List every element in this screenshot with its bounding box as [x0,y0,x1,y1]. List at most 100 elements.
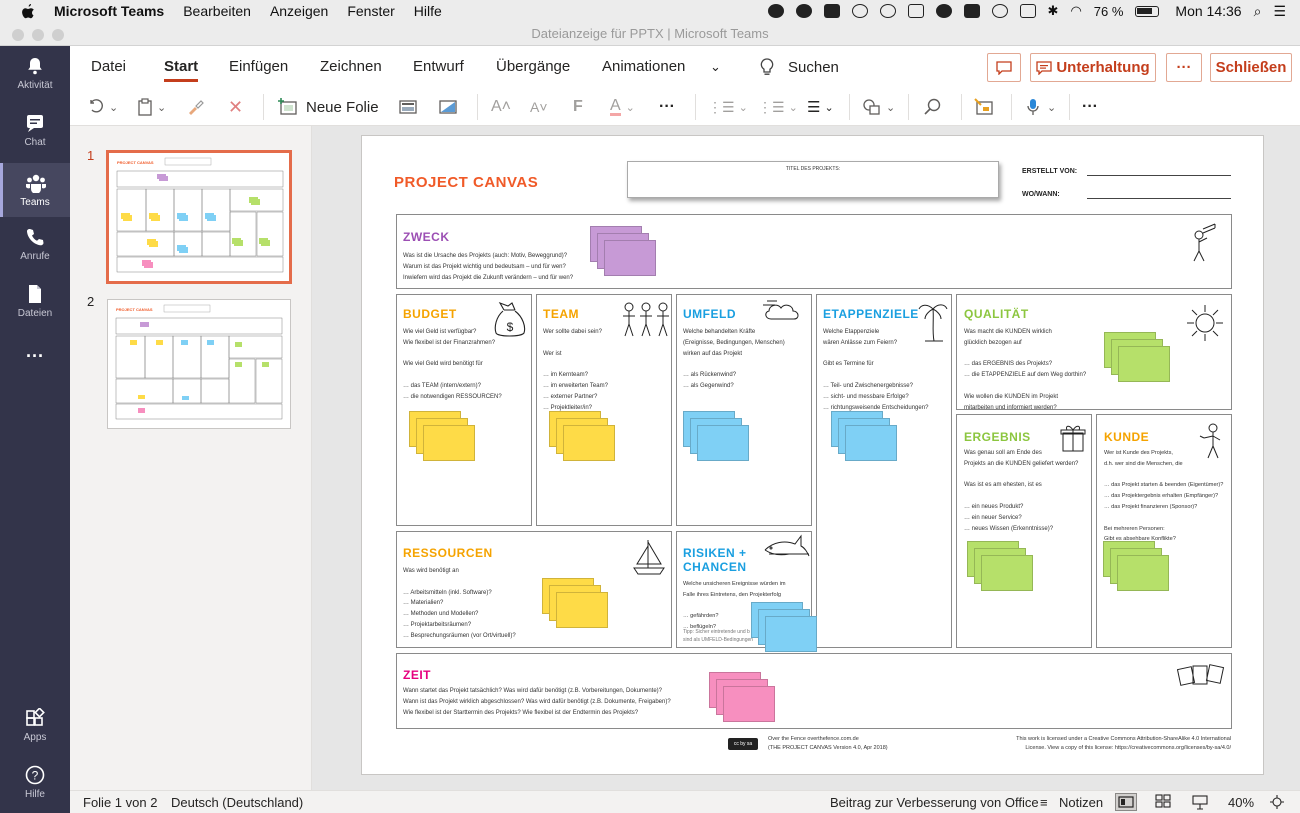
rail-item-activity[interactable]: Aktivität [0,56,70,110]
feedback-link[interactable]: Beitrag zur Verbesserung von Office [830,795,1039,810]
evernote-status-icon[interactable] [767,4,784,18]
language-indicator[interactable]: Deutsch (Deutschland) [171,795,303,810]
background-button[interactable] [439,96,457,118]
slide-canvas[interactable]: PROJECT CANVAS TITEL DES PROJEKTS: ERSTE… [361,135,1264,775]
tab-start[interactable]: Start [164,58,199,82]
zoom-level[interactable]: 40% [1228,795,1254,810]
section-ergebnis[interactable]: ERGEBNIS Was genau soll am Ende des Proj… [956,414,1092,648]
slide-thumbnail-2[interactable]: PROJECT CANVAS [107,299,291,429]
layout-button[interactable] [399,96,417,118]
sticky-note-stack[interactable] [967,541,1033,591]
control-center-icon[interactable]: ☰ [1273,3,1286,20]
sticky-note-stack[interactable] [683,411,749,461]
battery-percent[interactable]: 76 % [1094,4,1124,19]
section-risiken-chancen[interactable]: RISIKEN + CHANCEN Welche unsicheren Erei… [676,531,817,652]
section-kunde[interactable]: KUNDE Wer ist Kunde des Projekts, d.h. w… [1096,414,1232,648]
app-b2-status-icon[interactable] [963,4,980,18]
section-zweck[interactable]: ZWECK Was ist die Ursache des Projekts (… [396,214,1232,289]
bluetooth-icon[interactable]: ✱ [1048,3,1059,19]
window-minimize-button[interactable] [32,29,44,41]
dropbox-icon[interactable] [907,4,924,18]
section-zeit[interactable]: ZEIT Wann startet das Projekt tatsächlic… [396,653,1232,729]
fit-to-window-button[interactable] [1269,794,1285,813]
tab-einfuegen[interactable]: Einfügen [229,58,288,75]
tab-entwurf[interactable]: Entwurf [413,58,464,75]
section-qualitaet[interactable]: QUALITÄT Was macht die KUNDEN wirklich g… [956,294,1232,411]
sticky-note-stack[interactable] [751,602,817,652]
battery-icon[interactable] [1135,5,1160,17]
numbering-button[interactable]: ⋮☰ ⌄ [758,96,798,118]
undo-button[interactable]: ⌄ [89,96,118,118]
rail-item-apps[interactable]: Apps [0,707,70,762]
sticky-note-stack[interactable] [590,226,656,276]
shapes-button[interactable]: ⌄ [862,96,895,118]
more-commands-button[interactable]: ··· [1082,96,1098,118]
delete-button[interactable]: ✕ [228,96,243,118]
rail-item-help[interactable]: ? Hilfe [0,765,70,813]
cloud-status-icon[interactable] [795,4,812,18]
menu-fenster[interactable]: Fenster [347,3,394,19]
sticky-note-stack[interactable] [709,672,775,722]
more-apps-button[interactable]: ··· [0,346,70,376]
record-status-icon[interactable] [851,4,868,18]
close-button[interactable]: Schließen [1210,53,1292,82]
clock[interactable]: Mon 14:36 [1175,3,1241,19]
rail-item-files[interactable]: Dateien [0,284,70,338]
menu-app-name[interactable]: Microsoft Teams [54,3,164,19]
window-zoom-button[interactable] [52,29,64,41]
sticky-note-stack[interactable] [1103,541,1169,591]
designer-button[interactable] [974,96,994,118]
wifi-icon[interactable]: ◠ [1070,3,1081,19]
bold-button[interactable]: F [573,96,583,118]
search-label[interactable]: Suchen [788,59,839,76]
app-b-status-icon[interactable] [823,4,840,18]
slide-editing-area[interactable]: PROJECT CANVAS TITEL DES PROJEKTS: ERSTE… [312,126,1300,790]
menu-bearbeiten[interactable]: Bearbeiten [183,3,251,19]
sticky-note-stack[interactable] [1104,332,1170,382]
align-button[interactable]: ☰ ⌄ [807,96,834,118]
comment-button[interactable] [987,53,1021,82]
new-slide-button[interactable]: Neue Folie [277,96,379,118]
slide-thumbnail-1[interactable]: PROJECT CANVAS [106,150,292,284]
tab-datei[interactable]: Datei [91,58,126,75]
dictate-button[interactable]: ⌄ [1026,96,1056,118]
tab-zeichnen[interactable]: Zeichnen [320,58,382,75]
notes-button[interactable]: Notizen [1059,795,1103,810]
slide-sorter-button[interactable] [1155,794,1171,812]
menu-hilfe[interactable]: Hilfe [414,3,442,19]
section-team[interactable]: TEAM Wer sollte dabei sein? Wer ist … im… [536,294,672,526]
conversation-button[interactable]: Unterhaltung [1030,53,1156,82]
shield-status-icon[interactable] [879,4,896,18]
sticky-note-stack[interactable] [831,411,897,461]
rail-item-teams[interactable]: Teams [0,163,70,217]
tab-animationen[interactable]: Animationen [602,58,685,75]
section-umfeld[interactable]: UMFELD Welche behandelten Kräfte (Ereign… [676,294,812,526]
rail-item-calls[interactable]: Anrufe [0,227,70,281]
rail-item-chat[interactable]: Chat [0,113,70,167]
check-status-icon[interactable] [991,4,1008,18]
section-etappenziele[interactable]: ETAPPENZIELE Welche Etappenziele wären A… [816,294,952,648]
upload-cloud-icon[interactable] [935,4,952,18]
normal-view-button[interactable] [1115,793,1137,811]
more-tabs-chevron-icon[interactable]: ⌄ [710,59,721,75]
more-font-options-button[interactable]: ··· [659,96,675,118]
presenter-view-button[interactable] [1192,794,1208,813]
bullets-button[interactable]: ⋮☰ ⌄ [708,96,748,118]
lightbulb-icon[interactable] [760,58,776,76]
sticky-note-stack[interactable] [542,578,608,628]
window-close-button[interactable] [12,29,24,41]
tab-uebergaenge[interactable]: Übergänge [496,58,570,75]
apple-icon[interactable] [20,3,40,19]
format-painter-button[interactable] [186,96,204,118]
section-ressourcen[interactable]: RESSOURCEN Was wird benötigt an … Arbeit… [396,531,672,648]
sticky-note-stack[interactable] [549,411,615,461]
decrease-font-button[interactable]: A˅ [530,96,548,118]
increase-font-button[interactable]: A˄ [491,96,511,118]
sticky-note-stack[interactable] [409,411,475,461]
font-color-button[interactable]: A ⌄ [610,96,635,118]
airplay-icon[interactable] [1019,4,1036,18]
project-title-field[interactable]: TITEL DES PROJEKTS: [627,161,999,198]
section-budget[interactable]: BUDGET Wie viel Geld ist verfügbar? Wie … [396,294,532,526]
spotlight-search-icon[interactable]: ⌕ [1254,3,1262,20]
more-options-button[interactable]: ··· [1166,53,1202,82]
